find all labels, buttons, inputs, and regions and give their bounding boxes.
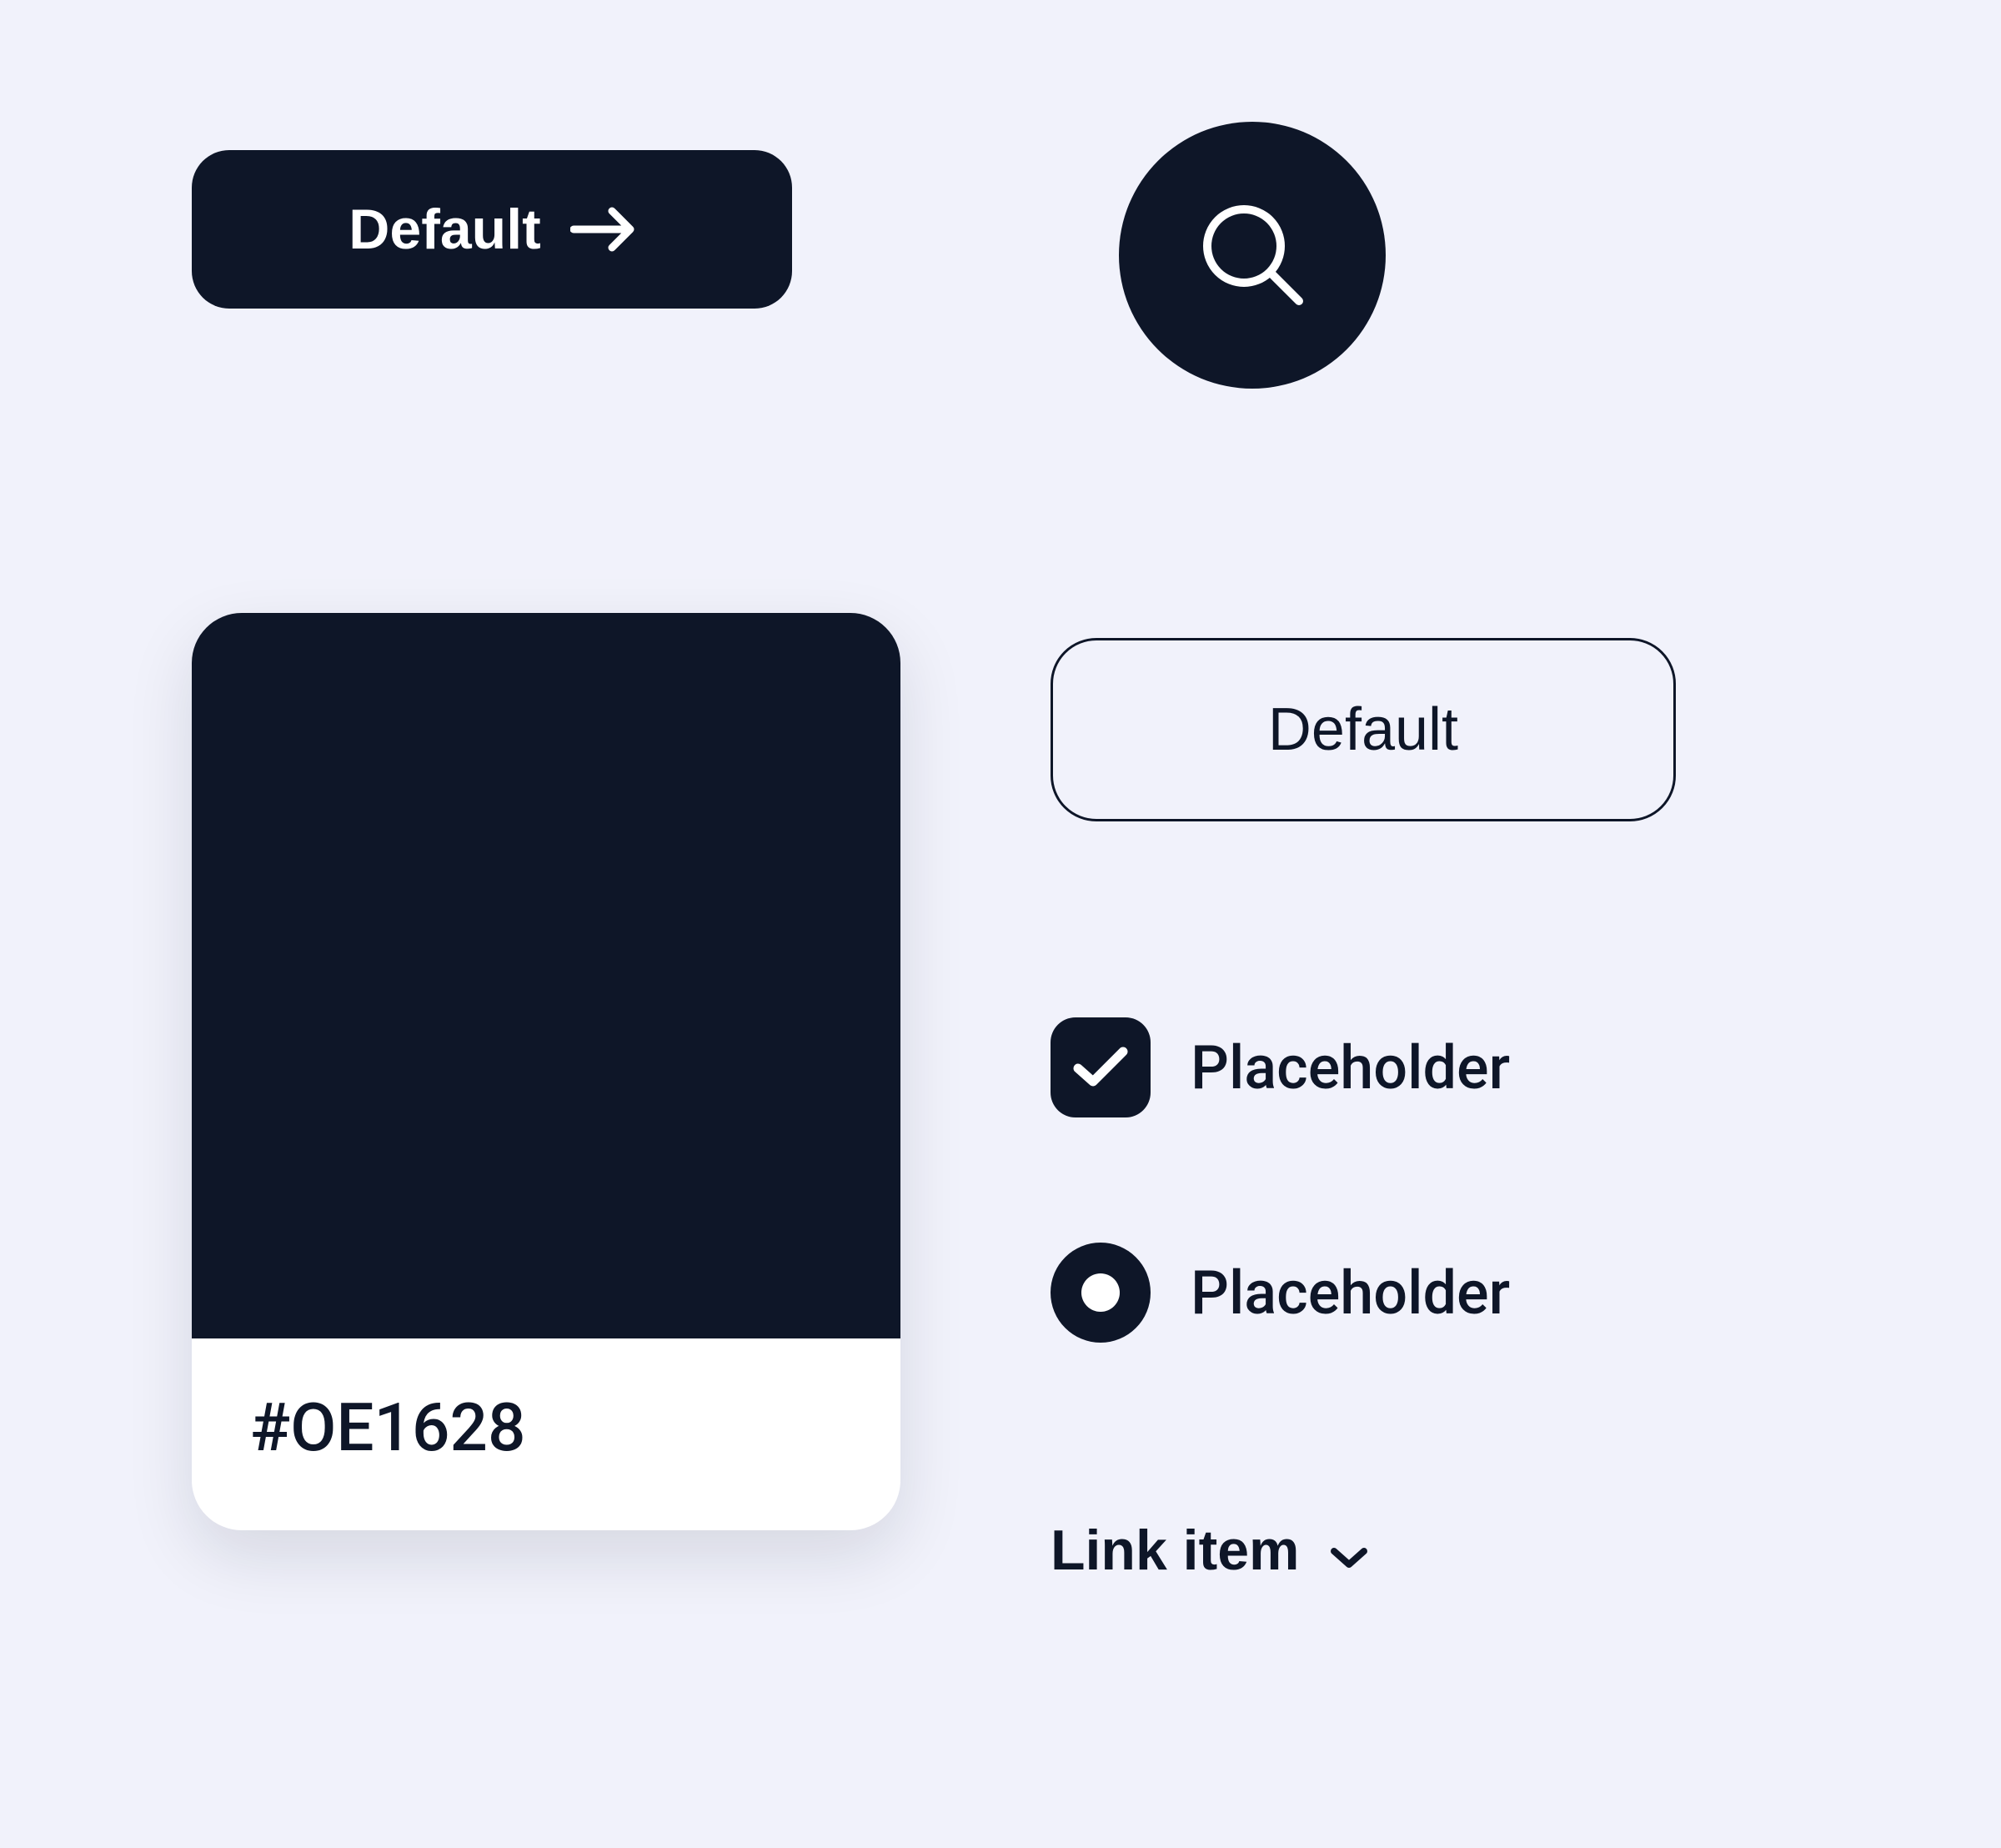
radio-dot-icon <box>1081 1273 1120 1312</box>
radio-field: Placeholder <box>1051 1243 1510 1343</box>
outline-button[interactable]: Default <box>1051 638 1676 821</box>
radio-input[interactable] <box>1051 1243 1151 1343</box>
checkbox-input[interactable] <box>1051 1017 1151 1117</box>
radio-label: Placeholder <box>1191 1258 1510 1328</box>
color-swatch-card: #OE1628 <box>192 613 900 1530</box>
checkbox-field: Placeholder <box>1051 1017 1510 1117</box>
primary-button[interactable]: Default <box>192 150 792 309</box>
search-icon <box>1194 196 1311 315</box>
primary-button-label: Default <box>349 197 540 262</box>
link-item-label: Link item <box>1051 1518 1300 1583</box>
check-icon <box>1071 1043 1130 1092</box>
arrow-right-icon <box>570 204 635 254</box>
checkbox-label: Placeholder <box>1191 1032 1510 1103</box>
outline-button-label: Default <box>1268 696 1458 764</box>
link-item[interactable]: Link item <box>1051 1518 1369 1583</box>
search-button[interactable] <box>1119 122 1386 389</box>
color-swatch-hex: #OE1628 <box>192 1338 900 1467</box>
chevron-down-icon <box>1329 1518 1369 1583</box>
color-swatch-fill <box>192 613 900 1338</box>
